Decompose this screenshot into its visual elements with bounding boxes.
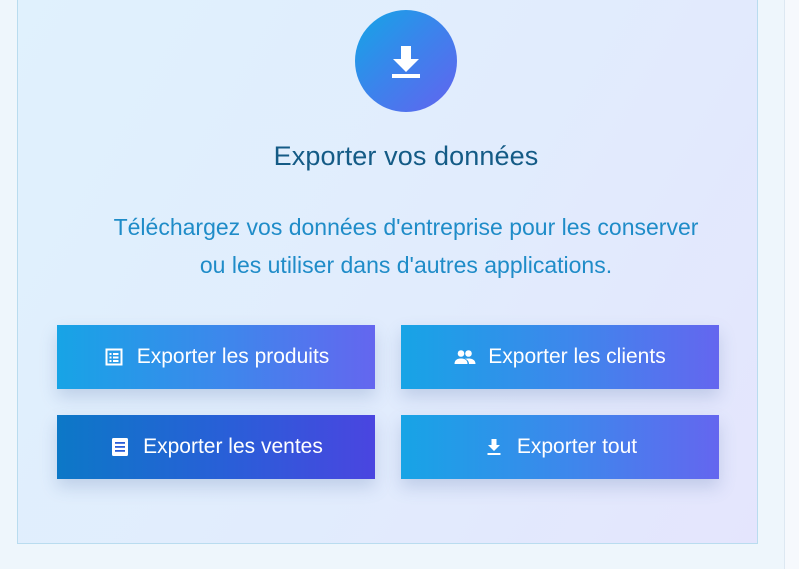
document-icon <box>109 436 131 458</box>
export-products-button[interactable]: Exporter les produits <box>57 325 375 389</box>
panel-title: Exporter vos données <box>273 141 539 171</box>
export-clients-button[interactable]: Exporter les clients <box>401 325 719 389</box>
download-icon <box>483 436 505 458</box>
export-all-label: Exporter tout <box>516 435 638 458</box>
description-line-2: ou les utiliser dans d'autres applicatio… <box>199 252 613 278</box>
download-icon <box>355 10 457 112</box>
people-icon <box>454 346 476 368</box>
export-all-button[interactable]: Exporter tout <box>401 415 719 479</box>
export-sales-button[interactable]: Exporter les ventes <box>57 415 375 479</box>
description-line-1: Téléchargez vos données d'entreprise pou… <box>113 214 699 240</box>
list-icon <box>103 346 125 368</box>
scrollbar-track <box>784 0 799 569</box>
export-products-label: Exporter les produits <box>136 345 330 368</box>
panel-description: Téléchargez vos données d'entreprise pou… <box>58 208 754 284</box>
export-sales-label: Exporter les ventes <box>143 435 323 458</box>
export-clients-label: Exporter les clients <box>488 345 666 368</box>
